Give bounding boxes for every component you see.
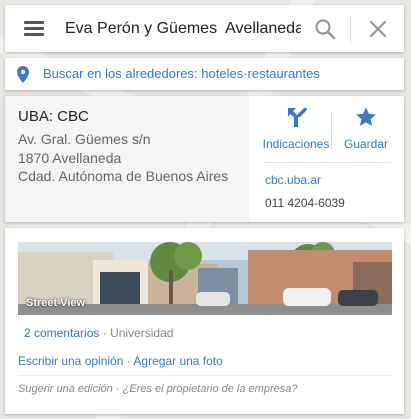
- claim-business-link[interactable]: ¿Eres el propietario de la empresa?: [123, 383, 298, 395]
- actions-divider: [331, 112, 332, 150]
- place-meta: 2 comentarios · Universidad: [24, 326, 173, 340]
- address-line: Av. Gral. Güemes s/n: [18, 131, 151, 147]
- phone-number: 011 4204-6039: [265, 196, 345, 210]
- close-icon[interactable]: [366, 17, 390, 41]
- add-photo-link[interactable]: Agregar una foto: [133, 354, 222, 368]
- place-info: UBA: CBC Av. Gral. Güemes s/n 1870 Avell…: [5, 96, 249, 222]
- directions-label: Indicaciones: [262, 137, 330, 151]
- suggest-edit-link[interactable]: Sugerir una edición: [18, 383, 113, 395]
- details-card: Street View 2 comentarios · Universidad …: [5, 228, 404, 414]
- address-line: 1870 Avellaneda: [18, 149, 122, 166]
- owner-row: Sugerir una edición · ¿Eres el propietar…: [18, 383, 297, 395]
- street-view-photo[interactable]: Street View: [18, 242, 392, 315]
- owner-separator: ·: [115, 383, 120, 395]
- search-divider: [350, 15, 351, 43]
- contribute-row: Escribir una opinión · Agregar una foto: [18, 354, 223, 368]
- place-address: Av. Gral. Güemes s/n 1870 Avellaneda Cda…: [18, 130, 243, 186]
- contact-divider: [263, 162, 391, 163]
- directions-button[interactable]: Indicaciones: [259, 106, 333, 151]
- search-icon[interactable]: [313, 17, 337, 41]
- write-review-link[interactable]: Escribir una opinión: [18, 354, 123, 368]
- place-card: UBA: CBC Av. Gral. Güemes s/n 1870 Avell…: [5, 96, 404, 222]
- nearby-prefix: Buscar en los alrededores:: [43, 66, 198, 81]
- menu-icon[interactable]: [24, 21, 44, 36]
- search-input[interactable]: [65, 17, 301, 41]
- address-line: Cdad. Autónoma de Buenos Aires: [18, 168, 229, 184]
- street-view-label: Street View: [26, 297, 86, 309]
- search-box: [5, 5, 404, 52]
- nearby-text: Buscar en los alrededores: hoteles·resta…: [43, 66, 320, 81]
- star-icon: [356, 107, 376, 126]
- location-pin-icon: [17, 66, 29, 83]
- contribute-separator: ·: [126, 354, 131, 368]
- place-name: UBA: CBC: [18, 108, 89, 125]
- website-link[interactable]: cbc.uba.ar: [265, 173, 321, 187]
- nearby-option-restaurants[interactable]: restaurantes: [248, 66, 320, 81]
- meta-separator: ·: [102, 326, 107, 340]
- save-label: Guardar: [343, 137, 389, 151]
- reviews-link[interactable]: 2 comentarios: [24, 326, 99, 340]
- search-nearby-bar: Buscar en los alrededores: hoteles·resta…: [5, 58, 404, 90]
- directions-icon: [288, 107, 307, 127]
- category-label: Universidad: [110, 326, 174, 340]
- nearby-option-hotels[interactable]: hoteles: [201, 66, 243, 81]
- save-button[interactable]: Guardar: [339, 106, 393, 151]
- details-divider: [18, 375, 392, 376]
